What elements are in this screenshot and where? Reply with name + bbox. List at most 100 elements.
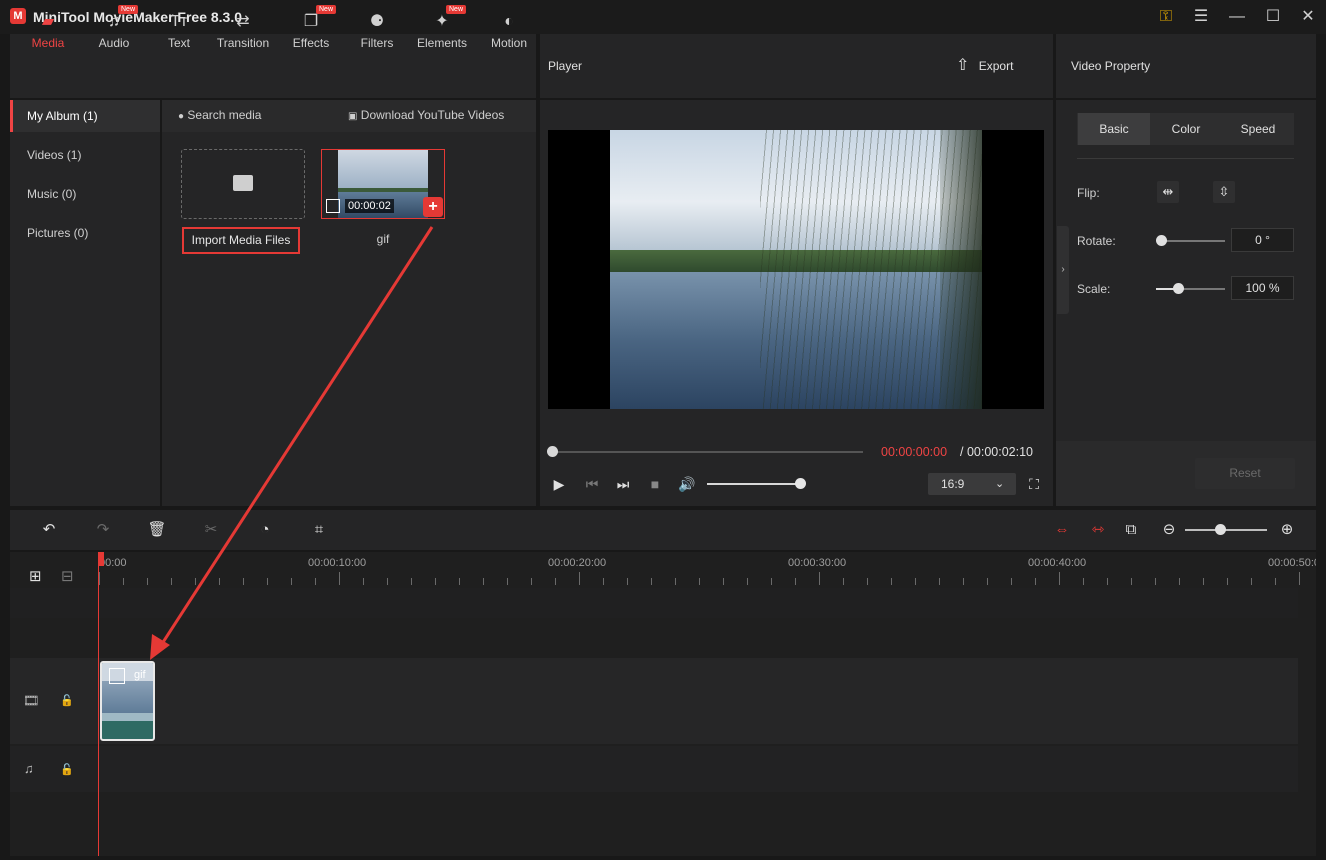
ruler-tick [339, 572, 340, 585]
search-icon: ● [178, 111, 185, 122]
rotate-value-field[interactable]: 0 ° [1231, 228, 1294, 252]
total-time: / 00:00:02:10 [960, 445, 1033, 459]
audio-track-icon: ♫ [24, 761, 34, 776]
new-badge: New [118, 5, 139, 14]
ruler-tick [1299, 572, 1300, 585]
ruler-tick [651, 578, 652, 585]
playback-progress-track[interactable] [553, 451, 863, 453]
cut-icon[interactable]: ✂ [201, 520, 221, 540]
sidebar-item-my-album[interactable]: My Album (1) [10, 100, 160, 132]
lock-icon[interactable]: 🔓 [60, 694, 74, 707]
ruler-tick [915, 578, 916, 585]
zoom-in-icon[interactable]: ⊕ [1277, 520, 1297, 540]
volume-slider-handle[interactable] [795, 478, 806, 489]
playhead[interactable] [98, 552, 99, 856]
menu-icon[interactable]: ☰ [1190, 6, 1212, 28]
zoom-out-icon[interactable]: ⊖ [1159, 520, 1179, 540]
next-frame-icon[interactable]: ⏭ [614, 475, 632, 493]
volume-slider[interactable] [707, 483, 802, 485]
player-title: Player [548, 59, 583, 73]
tab-basic[interactable]: Basic [1078, 113, 1150, 145]
time-ruler[interactable] [98, 552, 1316, 588]
ruler-tick [219, 578, 220, 585]
reset-button[interactable]: Reset [1195, 458, 1295, 489]
stop-icon[interactable]: ■ [646, 475, 664, 493]
add-to-timeline-button[interactable]: + [423, 197, 443, 217]
collapse-panel-button[interactable]: › [1057, 226, 1069, 314]
tab-motion[interactable]: ◐ Motion [484, 0, 534, 64]
ruler-tick [603, 578, 604, 585]
search-media-button[interactable]: ● Search media [178, 108, 261, 122]
ruler-tick [1083, 578, 1084, 585]
tab-text[interactable]: Tт Text [156, 0, 202, 64]
flip-horizontal-icon[interactable]: ⇹ [1157, 181, 1179, 203]
previous-frame-icon[interactable]: ⏮ [583, 475, 601, 493]
tab-transition[interactable]: ⇄ Transition [212, 0, 274, 64]
snap-icon[interactable]: ⧉ [1121, 520, 1141, 540]
redo-icon[interactable]: ↷ [93, 520, 113, 540]
playhead-handle[interactable] [98, 552, 104, 566]
add-track-icon[interactable]: ⊞ [29, 568, 47, 586]
tab-audio[interactable]: ♫ Audio New [88, 0, 140, 64]
timeline-zoom-handle[interactable] [1215, 524, 1226, 535]
filters-icon: ⚈ [369, 13, 385, 30]
scale-slider[interactable] [1156, 288, 1225, 290]
film-icon [109, 668, 125, 684]
ruler-tick [1059, 572, 1060, 585]
tab-label: Effects [292, 36, 330, 50]
ruler-tick [579, 572, 580, 585]
current-time: 00:00:00:00 [881, 445, 948, 459]
new-badge: New [446, 5, 467, 14]
tab-elements[interactable]: ✦ Elements New [414, 0, 470, 64]
rotate-slider-handle[interactable] [1156, 235, 1167, 246]
ruler-tick [891, 578, 892, 585]
export-button[interactable]: ⇧ Export [956, 56, 1013, 76]
undo-icon[interactable]: ↶ [39, 520, 59, 540]
scale-value-field[interactable]: 100 % [1231, 276, 1294, 300]
fullscreen-icon[interactable]: ⛶ [1025, 475, 1043, 493]
volume-icon[interactable]: 🔊 [678, 475, 696, 493]
ruler-tick [1155, 578, 1156, 585]
ruler-tick-label: 00:00:20:00 [548, 557, 607, 569]
key-icon[interactable]: ⚿ [1155, 6, 1177, 28]
close-button[interactable]: ✕ [1297, 6, 1319, 28]
ruler-tick [171, 578, 172, 585]
elements-icon: ✦ [435, 13, 449, 30]
sidebar-item-videos[interactable]: Videos (1) [10, 139, 160, 171]
timeline-zoom-slider[interactable] [1185, 529, 1267, 531]
media-duration: 00:00:02 [345, 199, 394, 213]
ruler-tick [507, 578, 508, 585]
lock-icon[interactable]: 🔓 [60, 763, 74, 776]
play-icon[interactable]: ▶ [550, 475, 568, 493]
delete-icon[interactable]: 🗑 [147, 520, 167, 540]
crop-icon[interactable]: ⌗ [309, 520, 329, 540]
flip-vertical-icon[interactable]: ⇳ [1213, 181, 1235, 203]
tab-filters[interactable]: ⚈ Filters [354, 0, 400, 64]
sidebar-item-pictures[interactable]: Pictures (0) [10, 217, 160, 249]
rotate-slider[interactable] [1160, 240, 1225, 242]
ruler-tick [963, 578, 964, 585]
scale-slider-handle[interactable] [1173, 283, 1184, 294]
speed-icon[interactable]: ◔ [255, 520, 275, 540]
import-media-files-label[interactable]: Import Media Files [182, 227, 300, 254]
tab-effects[interactable]: ❐ Effects New [286, 0, 337, 64]
ruler-tick [147, 578, 148, 585]
ruler-tick [675, 578, 676, 585]
sidebar-item-music[interactable]: Music (0) [10, 178, 160, 210]
film-icon [326, 199, 340, 213]
split-audio-icon[interactable]: ⇿ [1088, 520, 1108, 540]
tab-color[interactable]: Color [1150, 113, 1222, 145]
maximize-button[interactable]: ☐ [1262, 6, 1284, 28]
tab-speed[interactable]: Speed [1222, 113, 1294, 145]
ruler-tick [627, 578, 628, 585]
ruler-tick [267, 578, 268, 585]
ruler-tick-label: 00:00:30:00 [788, 557, 847, 569]
playback-progress-handle[interactable] [547, 446, 558, 457]
fit-to-timeline-icon[interactable]: ⇔ [1052, 520, 1072, 540]
download-youtube-button[interactable]: ▣ Download YouTube Videos [348, 108, 504, 122]
tab-media[interactable]: ▰ Media [22, 0, 74, 64]
minimize-button[interactable]: — [1226, 6, 1248, 28]
remove-track-icon[interactable]: ⊟ [61, 568, 79, 586]
ruler-tick [867, 578, 868, 585]
ruler-tick [819, 572, 820, 585]
